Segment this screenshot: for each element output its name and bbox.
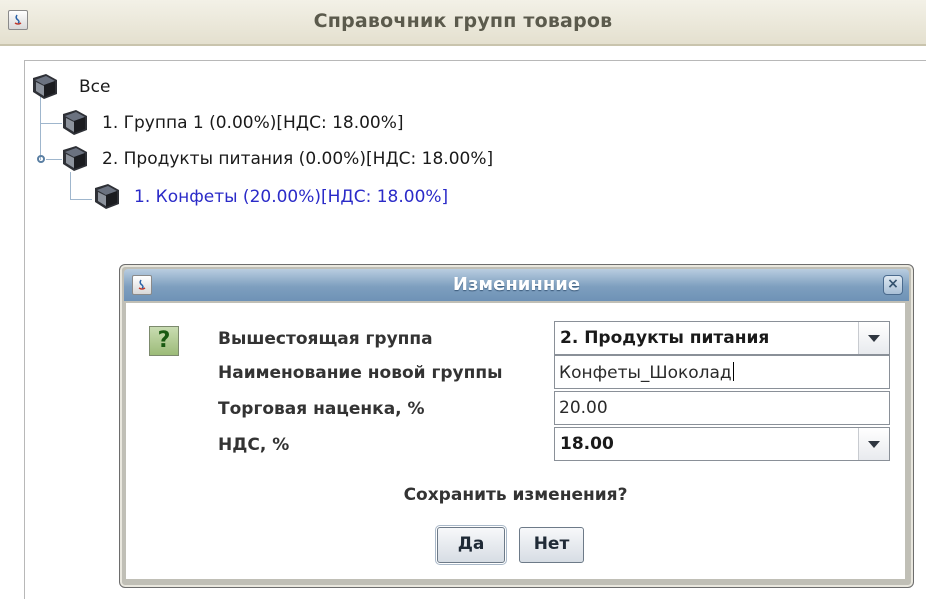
tree-node-candies[interactable]: 1. Конфеты (20.00%)[НДС: 18.00%] [92,182,532,212]
book-icon [63,110,87,135]
close-button[interactable]: × [883,275,903,295]
vat-select[interactable]: 18.00 [554,427,890,461]
main-window: Справочник групп товаров Все 1. Группа 1… [0,0,926,599]
chevron-down-icon [868,335,880,342]
tree-connector [40,123,62,124]
edit-dialog: Изменинние × ? Вышестоящая группа 2. Про… [119,264,914,588]
parent-group-value: 2. Продукты питания [560,328,770,348]
tree-connector [70,199,92,200]
markup-input[interactable]: 20.00 [554,391,890,425]
new-group-name-input[interactable]: Конфеты_Шоколад [554,355,890,389]
parent-group-select[interactable]: 2. Продукты питания [554,321,890,355]
book-icon [63,146,87,171]
yes-button[interactable]: Да [435,525,507,565]
markup-label: Торговая наценка, % [218,399,425,419]
window-title: Справочник групп товаров [313,10,613,32]
tree-expand-toggle[interactable] [37,155,45,163]
book-icon [95,184,119,209]
tree-node-group-1[interactable]: 1. Группа 1 (0.00%)[НДС: 18.00%] [60,108,480,138]
no-button[interactable]: Нет [519,527,584,563]
dialog-body: ? Вышестоящая группа 2. Продукты питания… [126,303,905,579]
save-changes-prompt: Сохранить изменения? [403,485,628,505]
new-group-name-label: Наименование новой группы [218,363,503,383]
tree-connector [70,172,71,200]
tree-node-label: 1. Конфеты (20.00%)[НДС: 18.00%] [134,187,449,207]
chevron-down-icon [868,441,880,448]
question-icon: ? [149,326,179,356]
dropdown-button[interactable] [858,428,889,460]
tree-node-label: 2. Продукты питания (0.00%)[НДС: 18.00%] [102,149,494,169]
window-titlebar[interactable]: Справочник групп товаров [0,0,926,46]
close-icon: × [887,276,899,292]
tree-node-food-products[interactable]: 2. Продукты питания (0.00%)[НДС: 18.00%] [60,144,580,174]
dropdown-button[interactable] [858,322,889,354]
panel-border-left [24,60,25,599]
markup-value: 20.00 [559,398,608,418]
vat-label: НДС, % [218,435,290,455]
tree-node-label: Все [79,77,111,97]
dialog-title: Изменинние [452,274,581,295]
tree-node-root[interactable]: Все [30,72,230,102]
new-group-name-text: Конфеты_Шоколад [559,363,732,383]
new-group-name-value: Конфеты_Шоколад [559,362,734,383]
parent-group-label: Вышестоящая группа [218,329,433,349]
tree-connector [40,96,41,160]
book-icon [33,74,57,99]
tree-node-label: 1. Группа 1 (0.00%)[НДС: 18.00%] [102,113,404,133]
vat-value: 18.00 [560,434,614,454]
text-caret [732,362,734,381]
dialog-titlebar[interactable]: Изменинние × [124,269,909,301]
panel-border-top [24,60,926,61]
